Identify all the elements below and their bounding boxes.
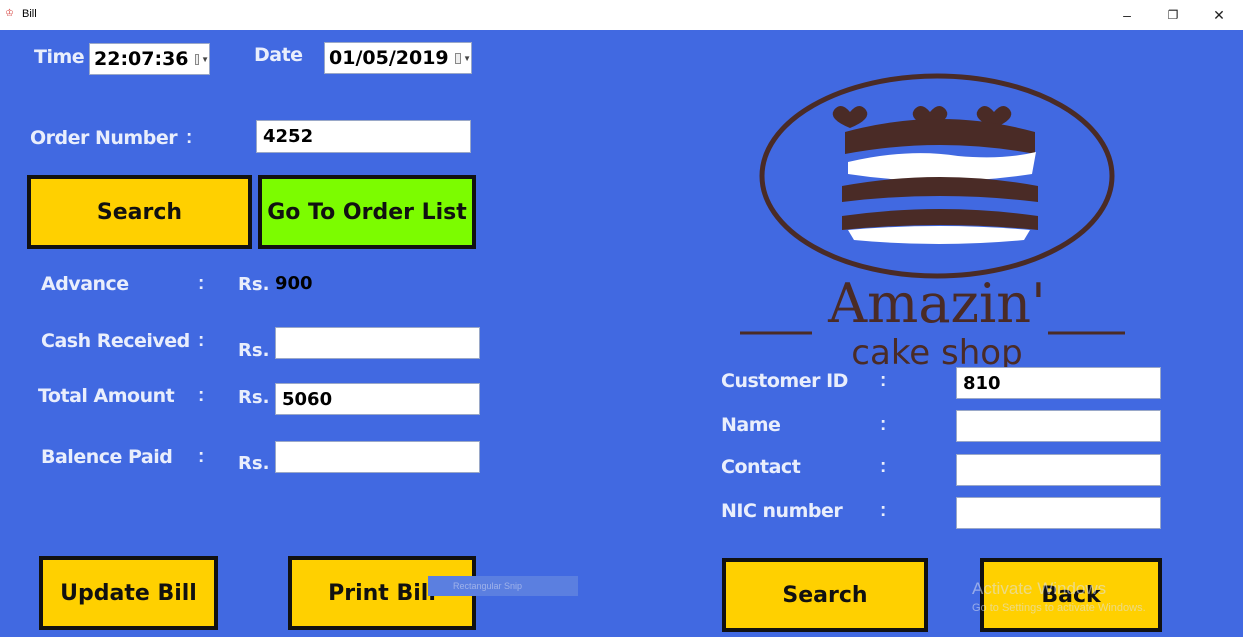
advance-label: Advance	[41, 273, 129, 295]
customer-id-label: Customer ID	[721, 370, 848, 392]
time-picker[interactable]: 22:07:36 ▼	[89, 43, 210, 75]
cash-received-currency: Rs.	[238, 340, 270, 361]
dropdown-arrow-icon[interactable]: ▼	[201, 55, 209, 64]
total-amount-label: Total Amount	[38, 385, 175, 407]
order-number-field[interactable]	[256, 120, 471, 153]
total-amount-currency: Rs.	[238, 387, 270, 408]
time-value: 22:07:36	[94, 48, 189, 70]
go-to-order-list-button[interactable]: Go To Order List	[258, 175, 476, 249]
cake-frosting	[848, 152, 1036, 181]
cash-received-input[interactable]	[276, 328, 479, 358]
total-amount-field[interactable]	[275, 383, 480, 415]
heart-icon	[832, 105, 868, 128]
app-icon: ♔	[5, 8, 14, 19]
balance-paid-currency: Rs.	[238, 453, 270, 474]
cash-received-colon: :	[198, 330, 205, 351]
balance-paid-label: Balence Paid	[41, 446, 173, 468]
time-label: Time	[34, 46, 85, 68]
name-input[interactable]	[957, 411, 1160, 441]
cash-received-label: Cash Received	[41, 330, 190, 352]
activate-windows-subtext: Go to Settings to activate Windows.	[972, 602, 1146, 614]
balance-paid-field[interactable]	[275, 441, 480, 473]
date-label: Date	[254, 44, 303, 66]
contact-label: Contact	[721, 456, 801, 478]
customer-id-input[interactable]	[957, 368, 1160, 398]
cake-middle-tier	[842, 177, 1038, 202]
restore-button[interactable]: ❐	[1150, 0, 1196, 30]
minimize-button[interactable]: –	[1104, 0, 1150, 30]
name-colon: :	[880, 414, 887, 435]
window-title: Bill	[22, 8, 37, 20]
search-order-button[interactable]: Search	[27, 175, 252, 249]
nic-number-field[interactable]	[956, 497, 1161, 529]
total-amount-colon: :	[198, 385, 205, 406]
order-number-colon: :	[186, 127, 193, 148]
logo-brand-text: Amazin'	[827, 272, 1046, 335]
contact-field[interactable]	[956, 454, 1161, 486]
cake-top-tier	[845, 119, 1035, 154]
close-button[interactable]: ✕	[1196, 0, 1242, 30]
order-number-label: Order Number	[30, 127, 178, 149]
snip-tooltip: Rectangular Snip	[428, 576, 578, 596]
contact-input[interactable]	[957, 455, 1160, 485]
nic-number-label: NIC number	[721, 500, 843, 522]
total-amount-input[interactable]	[276, 384, 479, 414]
update-bill-button[interactable]: Update Bill	[39, 556, 218, 630]
bill-form: Time 22:07:36 ▼ Date 01/05/2019 ▼ Order …	[0, 30, 1243, 637]
balance-paid-input[interactable]	[276, 442, 479, 472]
name-label: Name	[721, 414, 781, 436]
balance-paid-colon: :	[198, 446, 205, 467]
activate-windows-watermark: Activate Windows	[972, 579, 1107, 598]
amazin-cake-shop-logo: Amazin' cake shop	[740, 73, 1125, 373]
search-customer-button[interactable]: Search	[722, 558, 928, 632]
customer-id-field[interactable]	[956, 367, 1161, 399]
name-field[interactable]	[956, 410, 1161, 442]
cake-base-cream	[848, 226, 1030, 244]
advance-currency: Rs.	[238, 274, 270, 295]
date-value: 01/05/2019	[329, 47, 449, 69]
calendar-icon[interactable]	[454, 52, 462, 64]
calendar-icon[interactable]	[194, 53, 200, 65]
advance-colon: :	[198, 273, 205, 294]
order-number-input[interactable]	[257, 121, 470, 152]
nic-number-colon: :	[880, 500, 887, 521]
contact-colon: :	[880, 456, 887, 477]
advance-value: 900	[275, 273, 313, 294]
customer-id-colon: :	[880, 370, 887, 391]
cash-received-field[interactable]	[275, 327, 480, 359]
date-picker[interactable]: 01/05/2019 ▼	[324, 42, 472, 74]
dropdown-arrow-icon[interactable]: ▼	[463, 54, 471, 63]
nic-number-input[interactable]	[957, 498, 1160, 528]
title-bar: ♔ Bill – ❐ ✕	[0, 0, 1243, 30]
